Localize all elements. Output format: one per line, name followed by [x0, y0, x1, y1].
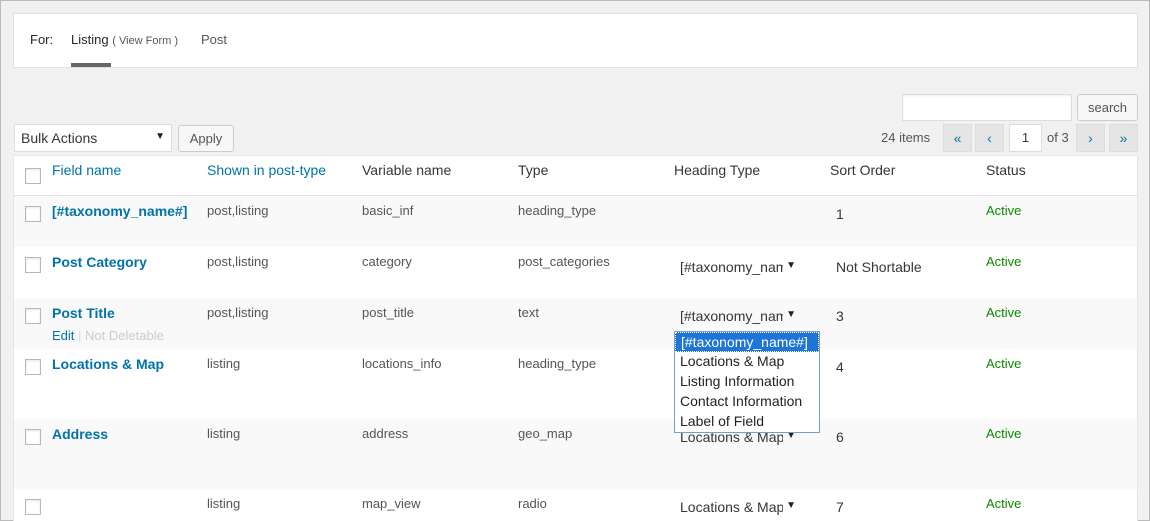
tab-listing-label[interactable]: Listing: [71, 32, 109, 47]
table-row: Locations & Map listing locations_info h…: [14, 349, 1137, 419]
col-shown-in[interactable]: Shown in post-type: [207, 162, 326, 178]
col-heading-type: Heading Type: [674, 162, 761, 178]
search-input[interactable]: [902, 94, 1072, 121]
variable-name: address: [362, 426, 409, 441]
status-badge: Active: [986, 426, 1022, 441]
heading-type-value: [#taxonomy_name#]: [680, 308, 783, 324]
select-arrow-icon: ▼: [786, 260, 796, 271]
field-name-link[interactable]: Post Category: [52, 254, 147, 270]
fields-table: Field name Shown in post-type Variable n…: [13, 155, 1138, 521]
dropdown-option[interactable]: Listing Information: [675, 372, 819, 392]
variable-name: post_title: [362, 305, 415, 320]
variable-name: locations_info: [362, 356, 442, 371]
variable-name: map_view: [362, 496, 421, 511]
col-type: Type: [518, 162, 549, 178]
prev-page-button[interactable]: ‹: [975, 124, 1004, 152]
field-type: text: [518, 305, 539, 320]
view-form-link[interactable]: View Form: [119, 35, 171, 47]
bulk-actions-value: Bulk Actions: [21, 130, 98, 146]
table-row: [#taxonomy_name#] post,listing basic_inf…: [14, 196, 1137, 247]
row-checkbox[interactable]: [25, 499, 41, 515]
field-type: heading_type: [518, 356, 597, 371]
post-types: listing: [207, 356, 241, 371]
row-actions-separator: |: [78, 328, 82, 343]
sort-order: 6: [836, 429, 844, 445]
post-types: post,listing: [207, 203, 269, 218]
first-page-button[interactable]: «: [943, 124, 972, 152]
field-name-link[interactable]: Address: [52, 426, 108, 442]
heading-type-select[interactable]: [#taxonomy_name#] ▼: [680, 308, 800, 327]
sort-order: 7: [836, 499, 844, 515]
field-name-link[interactable]: [#taxonomy_name#]: [52, 203, 187, 219]
col-status: Status: [986, 162, 1026, 178]
variable-name: category: [362, 254, 412, 269]
items-count: 24 items: [881, 130, 931, 145]
view-form-paren-close: ): [174, 35, 179, 47]
table-header: Field name Shown in post-type Variable n…: [14, 156, 1137, 196]
heading-type-value: Locations & Map: [680, 499, 783, 515]
dropdown-option[interactable]: Locations & Map: [675, 352, 819, 372]
last-page-button[interactable]: »: [1109, 124, 1138, 152]
for-label: For:: [30, 32, 54, 47]
total-pages: of 3: [1047, 130, 1069, 145]
row-checkbox[interactable]: [25, 429, 41, 445]
sort-order: 3: [836, 308, 844, 324]
apply-button[interactable]: Apply: [178, 125, 234, 152]
post-types: listing: [207, 496, 241, 511]
view-form-paren-open: (: [112, 35, 116, 47]
current-page-input[interactable]: 1: [1009, 124, 1042, 152]
heading-type-select[interactable]: [#taxonomy_name#] ▼: [680, 259, 800, 278]
row-checkbox[interactable]: [25, 359, 41, 375]
field-type: heading_type: [518, 203, 597, 218]
table-row: Post Category post,listing category post…: [14, 247, 1137, 298]
status-badge: Active: [986, 203, 1022, 218]
field-name-link[interactable]: Post Title: [52, 305, 115, 321]
dropdown-option[interactable]: [#taxonomy_name#]: [675, 332, 819, 352]
bulk-actions-select[interactable]: Bulk Actions ▼: [14, 124, 172, 152]
row-checkbox[interactable]: [25, 206, 41, 222]
heading-type-dropdown-list: [#taxonomy_name#] Locations & Map Listin…: [674, 331, 820, 433]
col-sort-order: Sort Order: [830, 162, 896, 178]
dropdown-option[interactable]: Label of Field: [675, 412, 819, 432]
status-badge: Active: [986, 356, 1022, 371]
select-arrow-icon: ▼: [155, 131, 165, 142]
sort-order: Not Shortable: [836, 259, 922, 275]
select-arrow-icon: ▼: [786, 309, 796, 320]
next-page-button[interactable]: ›: [1076, 124, 1105, 152]
tab-post[interactable]: Post: [201, 32, 227, 47]
field-name-link[interactable]: Locations & Map: [52, 356, 164, 372]
row-actions: Edit | Not Deletable: [52, 328, 164, 343]
edit-link[interactable]: Edit: [52, 328, 74, 343]
field-type: geo_map: [518, 426, 573, 441]
field-type: post_categories: [518, 254, 610, 269]
table-row: listing map_view radio Locations & Map ▼…: [14, 489, 1137, 521]
not-deletable-label: Not Deletable: [85, 328, 164, 343]
post-types: post,listing: [207, 305, 269, 320]
view-form-group: ( View Form ): [112, 35, 178, 47]
post-types: post,listing: [207, 254, 269, 269]
heading-type-value: [#taxonomy_name#]: [680, 259, 783, 275]
heading-type-select[interactable]: Locations & Map ▼: [680, 499, 800, 518]
col-field-name[interactable]: Field name: [52, 162, 121, 178]
post-types: listing: [207, 426, 241, 441]
row-checkbox[interactable]: [25, 308, 41, 324]
tab-listing[interactable]: Listing ( View Form ): [71, 32, 178, 47]
sort-order: 1: [836, 206, 844, 222]
active-tab-indicator: [71, 63, 111, 67]
col-variable-name: Variable name: [362, 162, 452, 178]
select-all-checkbox[interactable]: [25, 168, 41, 184]
select-arrow-icon: ▼: [786, 500, 796, 511]
table-row: Post Title Edit | Not Deletable post,lis…: [14, 298, 1137, 349]
dropdown-option[interactable]: Contact Information: [675, 392, 819, 412]
status-badge: Active: [986, 496, 1022, 511]
status-badge: Active: [986, 305, 1022, 320]
variable-name: basic_inf: [362, 203, 414, 218]
sort-order: 4: [836, 359, 844, 375]
post-type-tabs-bar: For: Listing ( View Form ) Post: [13, 13, 1138, 68]
search-button[interactable]: search: [1077, 94, 1138, 121]
field-type: radio: [518, 496, 547, 511]
status-badge: Active: [986, 254, 1022, 269]
row-checkbox[interactable]: [25, 257, 41, 273]
table-row: Address listing address geo_map Location…: [14, 419, 1137, 489]
